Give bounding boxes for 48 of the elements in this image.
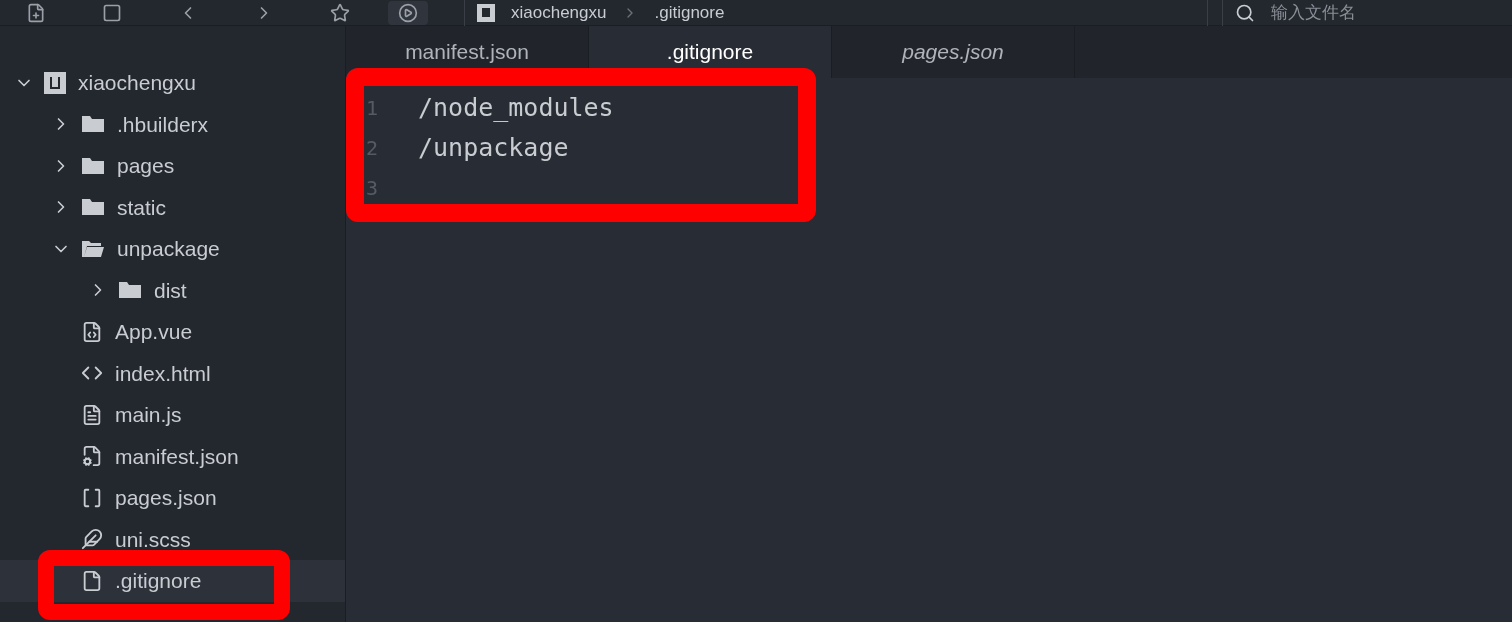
js-file-icon xyxy=(81,403,103,426)
tree-item[interactable]: pages.json xyxy=(0,477,345,519)
feather-icon xyxy=(81,528,103,551)
star-icon[interactable] xyxy=(330,2,350,23)
tree-item[interactable]: App.vue xyxy=(0,311,345,353)
file-icon xyxy=(81,569,103,592)
vue-file-icon xyxy=(81,320,103,343)
tree-item-label: .hbuilderx xyxy=(117,111,209,138)
tree-item[interactable]: xiaochengxu xyxy=(0,62,345,104)
folder-icon xyxy=(118,280,142,301)
breadcrumb-item[interactable]: xiaochengxu xyxy=(511,0,607,26)
tree-item[interactable]: main.js xyxy=(0,394,345,436)
tree-item-label: unpackage xyxy=(117,236,220,262)
tree-item[interactable]: pages xyxy=(0,145,345,187)
code-line: /unpackage xyxy=(418,132,569,165)
tree-item-label: index.html xyxy=(115,360,211,387)
tree-item-label: pages.json xyxy=(115,485,217,511)
square-icon[interactable] xyxy=(102,2,122,23)
folder-icon xyxy=(81,197,105,218)
run-button[interactable] xyxy=(388,0,428,25)
tree-item-label: xiaochengxu xyxy=(78,70,196,96)
tree-item[interactable]: dist xyxy=(0,269,345,311)
tree-item-label: static xyxy=(117,194,166,221)
folder-icon xyxy=(81,114,105,135)
tree-item[interactable]: index.html xyxy=(0,352,345,394)
tree-item[interactable]: manifest.json xyxy=(0,435,345,477)
tree-item[interactable]: static xyxy=(0,186,345,228)
folder-icon xyxy=(81,155,105,176)
tree-item-label: main.js xyxy=(115,402,182,428)
breadcrumb-item[interactable]: .gitignore xyxy=(654,0,725,26)
project-icon xyxy=(44,71,66,94)
tree-item-label: .gitignore xyxy=(115,568,202,594)
tree-item[interactable]: .hbuilderx xyxy=(0,103,345,145)
open-folder-icon xyxy=(81,238,105,259)
project-icon xyxy=(477,3,495,22)
tree-item-label: pages xyxy=(117,153,175,179)
tree-item[interactable]: unpackage xyxy=(0,228,345,270)
code-line: /node_modules xyxy=(418,92,614,125)
gear-file-icon xyxy=(81,445,103,468)
tree-item-label: manifest.json xyxy=(115,443,239,470)
square-brackets-icon xyxy=(81,486,103,509)
tree-item-label: uni.scss xyxy=(115,526,191,553)
file-search-field[interactable]: 输入文件名 xyxy=(1271,0,1471,26)
tree-item-label: App.vue xyxy=(115,319,193,345)
tree-item[interactable]: uni.scss xyxy=(0,518,345,560)
tree-item-label: dist xyxy=(154,277,187,304)
search-icon[interactable] xyxy=(1235,2,1255,23)
new-file-icon[interactable] xyxy=(26,2,46,23)
